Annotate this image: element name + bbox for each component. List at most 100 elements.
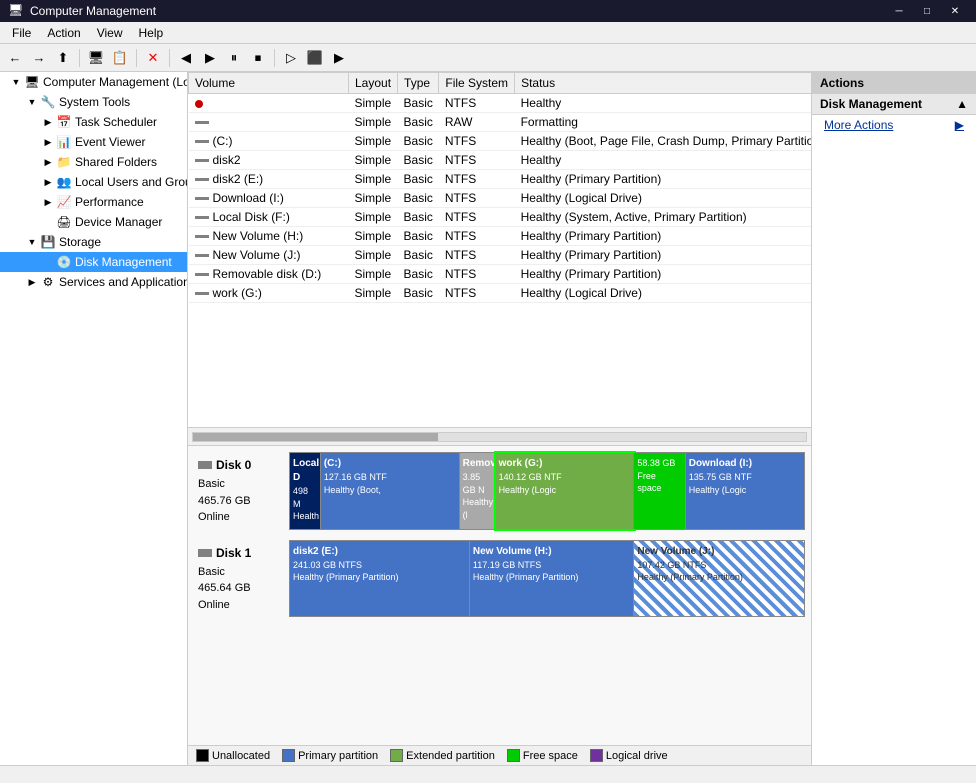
expand-icon[interactable]: ▶ bbox=[24, 277, 40, 288]
storage-icon: 💾 bbox=[40, 234, 56, 250]
cell-type: Basic bbox=[398, 170, 439, 189]
legend-freespace-label: Free space bbox=[523, 750, 578, 762]
disk0-info: Disk 0 Basic 465.76 GB Online bbox=[194, 452, 289, 530]
toolbar-up[interactable]: ⬆ bbox=[52, 47, 74, 69]
toolbar-forward[interactable]: → bbox=[28, 47, 50, 69]
col-filesystem[interactable]: File System bbox=[439, 73, 515, 94]
actions-panel: Actions Disk Management ▲ More Actions ▶ bbox=[811, 72, 976, 765]
disk-segment[interactable]: New Volume (H:)117.19 GB NTFSHealthy (Pr… bbox=[470, 541, 634, 617]
disk-segment[interactable]: Remova3.85 GB NHealthy (l bbox=[460, 453, 496, 529]
col-volume[interactable]: Volume bbox=[189, 73, 349, 94]
col-type[interactable]: Type bbox=[398, 73, 439, 94]
toolbar-back[interactable]: ← bbox=[4, 47, 26, 69]
col-layout[interactable]: Layout bbox=[349, 73, 398, 94]
tree-shared-folders[interactable]: ▶ 📁 Shared Folders bbox=[0, 152, 187, 172]
toolbar-btn6[interactable]: ▶ bbox=[199, 47, 221, 69]
toolbar-btn9[interactable]: ▷ bbox=[280, 47, 302, 69]
tree-local-users[interactable]: ▶ 👥 Local Users and Groups bbox=[0, 172, 187, 192]
systools-label: System Tools bbox=[59, 95, 130, 109]
expand-icon[interactable]: ▶ bbox=[40, 157, 56, 168]
toolbar-sep1 bbox=[79, 49, 80, 67]
tree-system-tools[interactable]: ▼ 🔧 System Tools bbox=[0, 92, 187, 112]
maximize-button[interactable]: □ bbox=[914, 2, 940, 20]
actions-more-label: More Actions bbox=[824, 118, 893, 132]
cell-status: Healthy (Primary Partition) bbox=[515, 170, 811, 189]
disk-segment[interactable]: 58.38 GBFree space bbox=[634, 453, 685, 529]
table-row[interactable]: Local Disk (F:) Simple Basic NTFS Health… bbox=[189, 208, 812, 227]
tree-device-manager[interactable]: 🖨 Device Manager bbox=[0, 212, 187, 232]
toolbar-btn10[interactable]: ⬛ bbox=[304, 47, 326, 69]
toolbar-sep4 bbox=[274, 49, 275, 67]
cell-filesystem: NTFS bbox=[439, 170, 515, 189]
menu-view[interactable]: View bbox=[89, 24, 131, 42]
table-row[interactable]: (C:) Simple Basic NTFS Healthy (Boot, Pa… bbox=[189, 132, 812, 151]
legend-logical-box bbox=[590, 749, 603, 762]
disk-segment[interactable]: New Volume (J:)107.42 GB NTFSHealthy (Pr… bbox=[634, 541, 804, 617]
cell-filesystem: NTFS bbox=[439, 208, 515, 227]
expand-icon[interactable]: ▶ bbox=[40, 117, 56, 128]
table-hscroll[interactable] bbox=[188, 427, 811, 445]
table-row[interactable]: Download (I:) Simple Basic NTFS Healthy … bbox=[189, 189, 812, 208]
table-row[interactable]: disk2 Simple Basic NTFS Healthy bbox=[189, 151, 812, 170]
disk-segment[interactable]: Download (I:)135.75 GB NTFHealthy (Logic bbox=[686, 453, 804, 529]
volumes-table-area[interactable]: Volume Layout Type File System Status Si… bbox=[188, 72, 811, 427]
cell-layout: Simple bbox=[349, 94, 398, 113]
tree-task-scheduler[interactable]: ▶ 📅 Task Scheduler bbox=[0, 112, 187, 132]
toolbar-stop[interactable]: ✕ bbox=[142, 47, 164, 69]
table-row[interactable]: New Volume (H:) Simple Basic NTFS Health… bbox=[189, 227, 812, 246]
disk-segment[interactable]: (C:)127.16 GB NTFHealthy (Boot, bbox=[321, 453, 460, 529]
expand-icon[interactable]: ▶ bbox=[40, 197, 56, 208]
disk0-type: Basic bbox=[198, 476, 285, 493]
toolbar-btn7[interactable]: ⏸ bbox=[223, 47, 245, 69]
hscroll-track[interactable] bbox=[192, 432, 807, 442]
tree-services-apps[interactable]: ▶ ⚙ Services and Applications bbox=[0, 272, 187, 292]
main-container: ▼ 🖥 Computer Management (Loca ▼ 🔧 System… bbox=[0, 72, 976, 765]
tree-computer-management[interactable]: ▼ 🖥 Computer Management (Loca bbox=[0, 72, 187, 92]
close-button[interactable]: ✕ bbox=[942, 2, 968, 20]
actions-section-diskmgmt[interactable]: Disk Management ▲ bbox=[812, 94, 976, 115]
tree-performance[interactable]: ▶ 📈 Performance bbox=[0, 192, 187, 212]
table-row[interactable]: Removable disk (D:) Simple Basic NTFS He… bbox=[189, 265, 812, 284]
disk1-bar: disk2 (E:)241.03 GB NTFSHealthy (Primary… bbox=[289, 540, 805, 618]
cell-volume: Removable disk (D:) bbox=[189, 265, 349, 284]
expand-icon[interactable]: ▼ bbox=[24, 237, 40, 247]
cell-status: Healthy (Primary Partition) bbox=[515, 227, 811, 246]
cell-type: Basic bbox=[398, 151, 439, 170]
toolbar-btn8[interactable]: ⏹ bbox=[247, 47, 269, 69]
col-status[interactable]: Status bbox=[515, 73, 811, 94]
cell-volume: New Volume (J:) bbox=[189, 246, 349, 265]
table-row[interactable]: New Volume (J:) Simple Basic NTFS Health… bbox=[189, 246, 812, 265]
disk1-info: Disk 1 Basic 465.64 GB Online bbox=[194, 540, 289, 618]
toolbar-properties[interactable]: 📋 bbox=[109, 47, 131, 69]
tree-disk-management[interactable]: 💿 Disk Management bbox=[0, 252, 187, 272]
table-row[interactable]: Simple Basic RAW Formatting bbox=[189, 113, 812, 132]
expand-icon[interactable]: ▼ bbox=[24, 97, 40, 107]
menu-file[interactable]: File bbox=[4, 24, 39, 42]
legend-primary: Primary partition bbox=[282, 749, 378, 762]
toolbar-show-hide[interactable]: 🖥 bbox=[85, 47, 107, 69]
cell-status: Healthy (Primary Partition) bbox=[515, 265, 811, 284]
table-row[interactable]: work (G:) Simple Basic NTFS Healthy (Log… bbox=[189, 284, 812, 303]
expand-icon[interactable]: ▶ bbox=[40, 177, 56, 188]
table-row[interactable]: disk2 (E:) Simple Basic NTFS Healthy (Pr… bbox=[189, 170, 812, 189]
expand-icon[interactable]: ▶ bbox=[40, 137, 56, 148]
toolbar-btn5[interactable]: ◀ bbox=[175, 47, 197, 69]
actions-section-chevron: ▲ bbox=[956, 97, 968, 111]
cell-filesystem: NTFS bbox=[439, 132, 515, 151]
menu-action[interactable]: Action bbox=[39, 24, 88, 42]
menu-help[interactable]: Help bbox=[131, 24, 172, 42]
toolbar-btn11[interactable]: ▶ bbox=[328, 47, 350, 69]
disk-segment[interactable]: work (G:)140.12 GB NTFHealthy (Logic bbox=[496, 453, 635, 529]
disk0-state: Online bbox=[198, 509, 285, 526]
tree-storage[interactable]: ▼ 💾 Storage bbox=[0, 232, 187, 252]
expand-icon[interactable]: ▼ bbox=[8, 77, 24, 87]
disk0-label: Disk 0 bbox=[216, 456, 251, 474]
hscroll-thumb[interactable] bbox=[193, 433, 438, 441]
actions-more-arrow: ▶ bbox=[955, 118, 964, 132]
disk-segment[interactable]: disk2 (E:)241.03 GB NTFSHealthy (Primary… bbox=[290, 541, 470, 617]
table-row[interactable]: Simple Basic NTFS Healthy bbox=[189, 94, 812, 113]
tree-event-viewer[interactable]: ▶ 📊 Event Viewer bbox=[0, 132, 187, 152]
disk-segment[interactable]: Local D498 MHealth bbox=[290, 453, 321, 529]
actions-more[interactable]: More Actions ▶ bbox=[812, 115, 976, 135]
minimize-button[interactable]: ─ bbox=[886, 2, 912, 20]
